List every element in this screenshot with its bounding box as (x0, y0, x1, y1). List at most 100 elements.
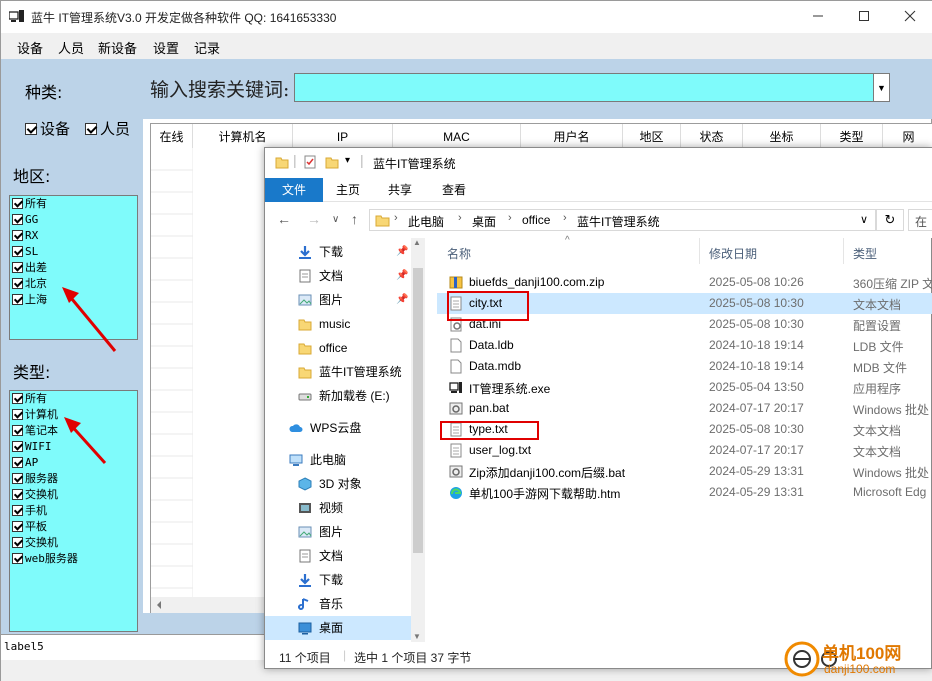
nav-label: 新加载卷 (E:) (319, 389, 390, 403)
address-bar[interactable]: › 此电脑 › 桌面 › office › 蓝牛IT管理系统 ∨ (369, 209, 876, 231)
tab-view[interactable]: 查看 (433, 178, 475, 202)
tab-home[interactable]: 主页 (327, 178, 369, 202)
nav-item-documents[interactable]: 文档 📌 (265, 264, 411, 288)
forward-arrow-icon[interactable]: → (307, 211, 321, 227)
type-item[interactable]: 手机 (10, 503, 137, 519)
address-dropdown-icon[interactable]: ∨ (860, 213, 868, 226)
breadcrumb-desktop[interactable]: 桌面 (472, 213, 496, 230)
header-type[interactable]: 类型 (853, 245, 877, 262)
nav-item-this-pc[interactable]: 此电脑 (265, 448, 411, 472)
column-status[interactable]: 状态 (681, 124, 743, 148)
file-row[interactable]: user_log.txt 2024-07-17 20:17 文本文档 (437, 440, 932, 461)
kind-label: 种类: (25, 83, 63, 102)
search-combobox[interactable] (294, 73, 890, 102)
nav-item-downloads-pc[interactable]: 下载 (265, 568, 411, 592)
region-item[interactable]: RX (10, 228, 137, 244)
nav-item-drive-e[interactable]: 新加载卷 (E:) (265, 384, 411, 408)
file-type: Microsoft Edg (853, 485, 927, 499)
column-username[interactable]: 用户名 (521, 124, 623, 148)
search-dropdown-button[interactable]: ▼ (873, 73, 890, 102)
file-date: 2024-10-18 19:14 (709, 338, 804, 352)
app-icon (9, 10, 24, 22)
type-item[interactable]: 所有 (10, 391, 137, 407)
navigation-scroll-thumb[interactable] (413, 268, 423, 553)
column-mac[interactable]: MAC (393, 124, 521, 148)
column-ip[interactable]: IP (293, 124, 393, 148)
region-item[interactable]: GG (10, 212, 137, 228)
properties-icon[interactable] (303, 155, 317, 169)
file-row[interactable]: biuefds_danji100.com.zip 2025-05-08 10:2… (437, 272, 932, 293)
header-date[interactable]: 修改日期 (709, 245, 757, 262)
folder-icon (298, 319, 312, 331)
menu-people[interactable]: 人员 (58, 38, 84, 57)
close-button[interactable] (887, 1, 932, 31)
column-online[interactable]: 在线 (151, 124, 193, 148)
checkbox-checked-icon (12, 457, 23, 468)
folder-search-box[interactable]: 在 (908, 209, 932, 231)
highlight-box-type-txt (440, 421, 539, 440)
scroll-down-icon[interactable]: ▼ (413, 632, 421, 641)
minimize-button[interactable] (795, 1, 841, 31)
nav-item-music-folder[interactable]: music (265, 312, 411, 336)
nav-item-desktop[interactable]: 桌面 (265, 616, 411, 640)
nav-item-music[interactable]: 音乐 (265, 592, 411, 616)
type-item[interactable]: 交换机 (10, 535, 137, 551)
refresh-button[interactable]: ↻ (876, 209, 904, 231)
file-row[interactable]: IT管理系统.exe 2025-05-04 13:50 应用程序 (437, 377, 932, 398)
nav-item-videos[interactable]: 视频 (265, 496, 411, 520)
tab-share[interactable]: 共享 (379, 178, 421, 202)
bat-icon (449, 465, 463, 478)
grid-horizontal-scrollbar[interactable] (151, 597, 281, 613)
nav-item-app-folder[interactable]: 蓝牛IT管理系统 (265, 360, 411, 384)
column-computer-name[interactable]: 计算机名 (193, 124, 293, 148)
scroll-up-icon[interactable]: ▲ (413, 238, 421, 247)
checkbox-checked-icon (12, 294, 23, 305)
nav-label: 视频 (319, 501, 344, 515)
menu-records[interactable]: 记录 (194, 38, 220, 57)
column-region[interactable]: 地区 (623, 124, 681, 148)
column-net[interactable]: 网 (883, 124, 932, 148)
region-item[interactable]: 所有 (10, 196, 137, 212)
exe-icon (449, 382, 462, 393)
tab-file[interactable]: 文件 (265, 178, 323, 202)
kind-check-device[interactable]: 设备 (25, 118, 70, 139)
back-arrow-icon[interactable]: ← (277, 211, 291, 227)
type-item[interactable]: 交换机 (10, 487, 137, 503)
file-row[interactable]: Data.mdb 2024-10-18 19:14 MDB 文件 (437, 356, 932, 377)
nav-item-documents-pc[interactable]: 文档 (265, 544, 411, 568)
column-coordinate[interactable]: 坐标 (743, 124, 821, 148)
quick-access-dropdown-icon[interactable]: ▾ (345, 155, 350, 166)
edge-icon (450, 487, 462, 499)
kind-check-people[interactable]: 人员 (85, 118, 130, 139)
breadcrumb-office[interactable]: office (522, 213, 550, 227)
menu-new-device[interactable]: 新设备 (98, 38, 137, 57)
menu-devices[interactable]: 设备 (17, 38, 43, 57)
nav-item-pictures-pc[interactable]: 图片 (265, 520, 411, 544)
nav-item-office-folder[interactable]: office (265, 336, 411, 360)
type-item[interactable]: 平板 (10, 519, 137, 535)
menu-settings[interactable]: 设置 (153, 38, 179, 57)
nav-item-downloads[interactable]: 下载 📌 (265, 240, 411, 264)
breadcrumb-this-pc[interactable]: 此电脑 (408, 213, 444, 230)
nav-item-wps-cloud[interactable]: WPS云盘 (265, 416, 411, 440)
region-item[interactable]: SL (10, 244, 137, 260)
up-arrow-icon[interactable]: ↑ (351, 211, 358, 227)
file-row[interactable]: pan.bat 2024-07-17 20:17 Windows 批处 (437, 398, 932, 419)
file-row[interactable]: Zip添加danji100.com后缀.bat 2024-05-29 13:31… (437, 461, 932, 482)
column-type[interactable]: 类型 (821, 124, 883, 148)
nav-item-3d-objects[interactable]: 3D 对象 (265, 472, 411, 496)
nav-label: 桌面 (319, 621, 344, 635)
file-row[interactable]: 单机100手游网下载帮助.htm 2024-05-29 13:31 Micros… (437, 482, 932, 503)
type-item[interactable]: 服务器 (10, 471, 137, 487)
maximize-button[interactable] (841, 1, 887, 31)
breadcrumb-current-folder[interactable]: 蓝牛IT管理系统 (577, 213, 660, 230)
checkbox-checked-icon (12, 230, 23, 241)
file-row[interactable]: Data.ldb 2024-10-18 19:14 LDB 文件 (437, 335, 932, 356)
header-name[interactable]: 名称 (447, 245, 471, 262)
nav-label: 下载 (319, 573, 344, 587)
recent-dropdown-icon[interactable]: ∨ (332, 214, 339, 225)
type-item[interactable]: web服务器 (10, 551, 137, 567)
new-folder-icon[interactable] (325, 155, 339, 169)
region-item[interactable]: 出差 (10, 260, 137, 276)
nav-item-pictures[interactable]: 图片 📌 (265, 288, 411, 312)
